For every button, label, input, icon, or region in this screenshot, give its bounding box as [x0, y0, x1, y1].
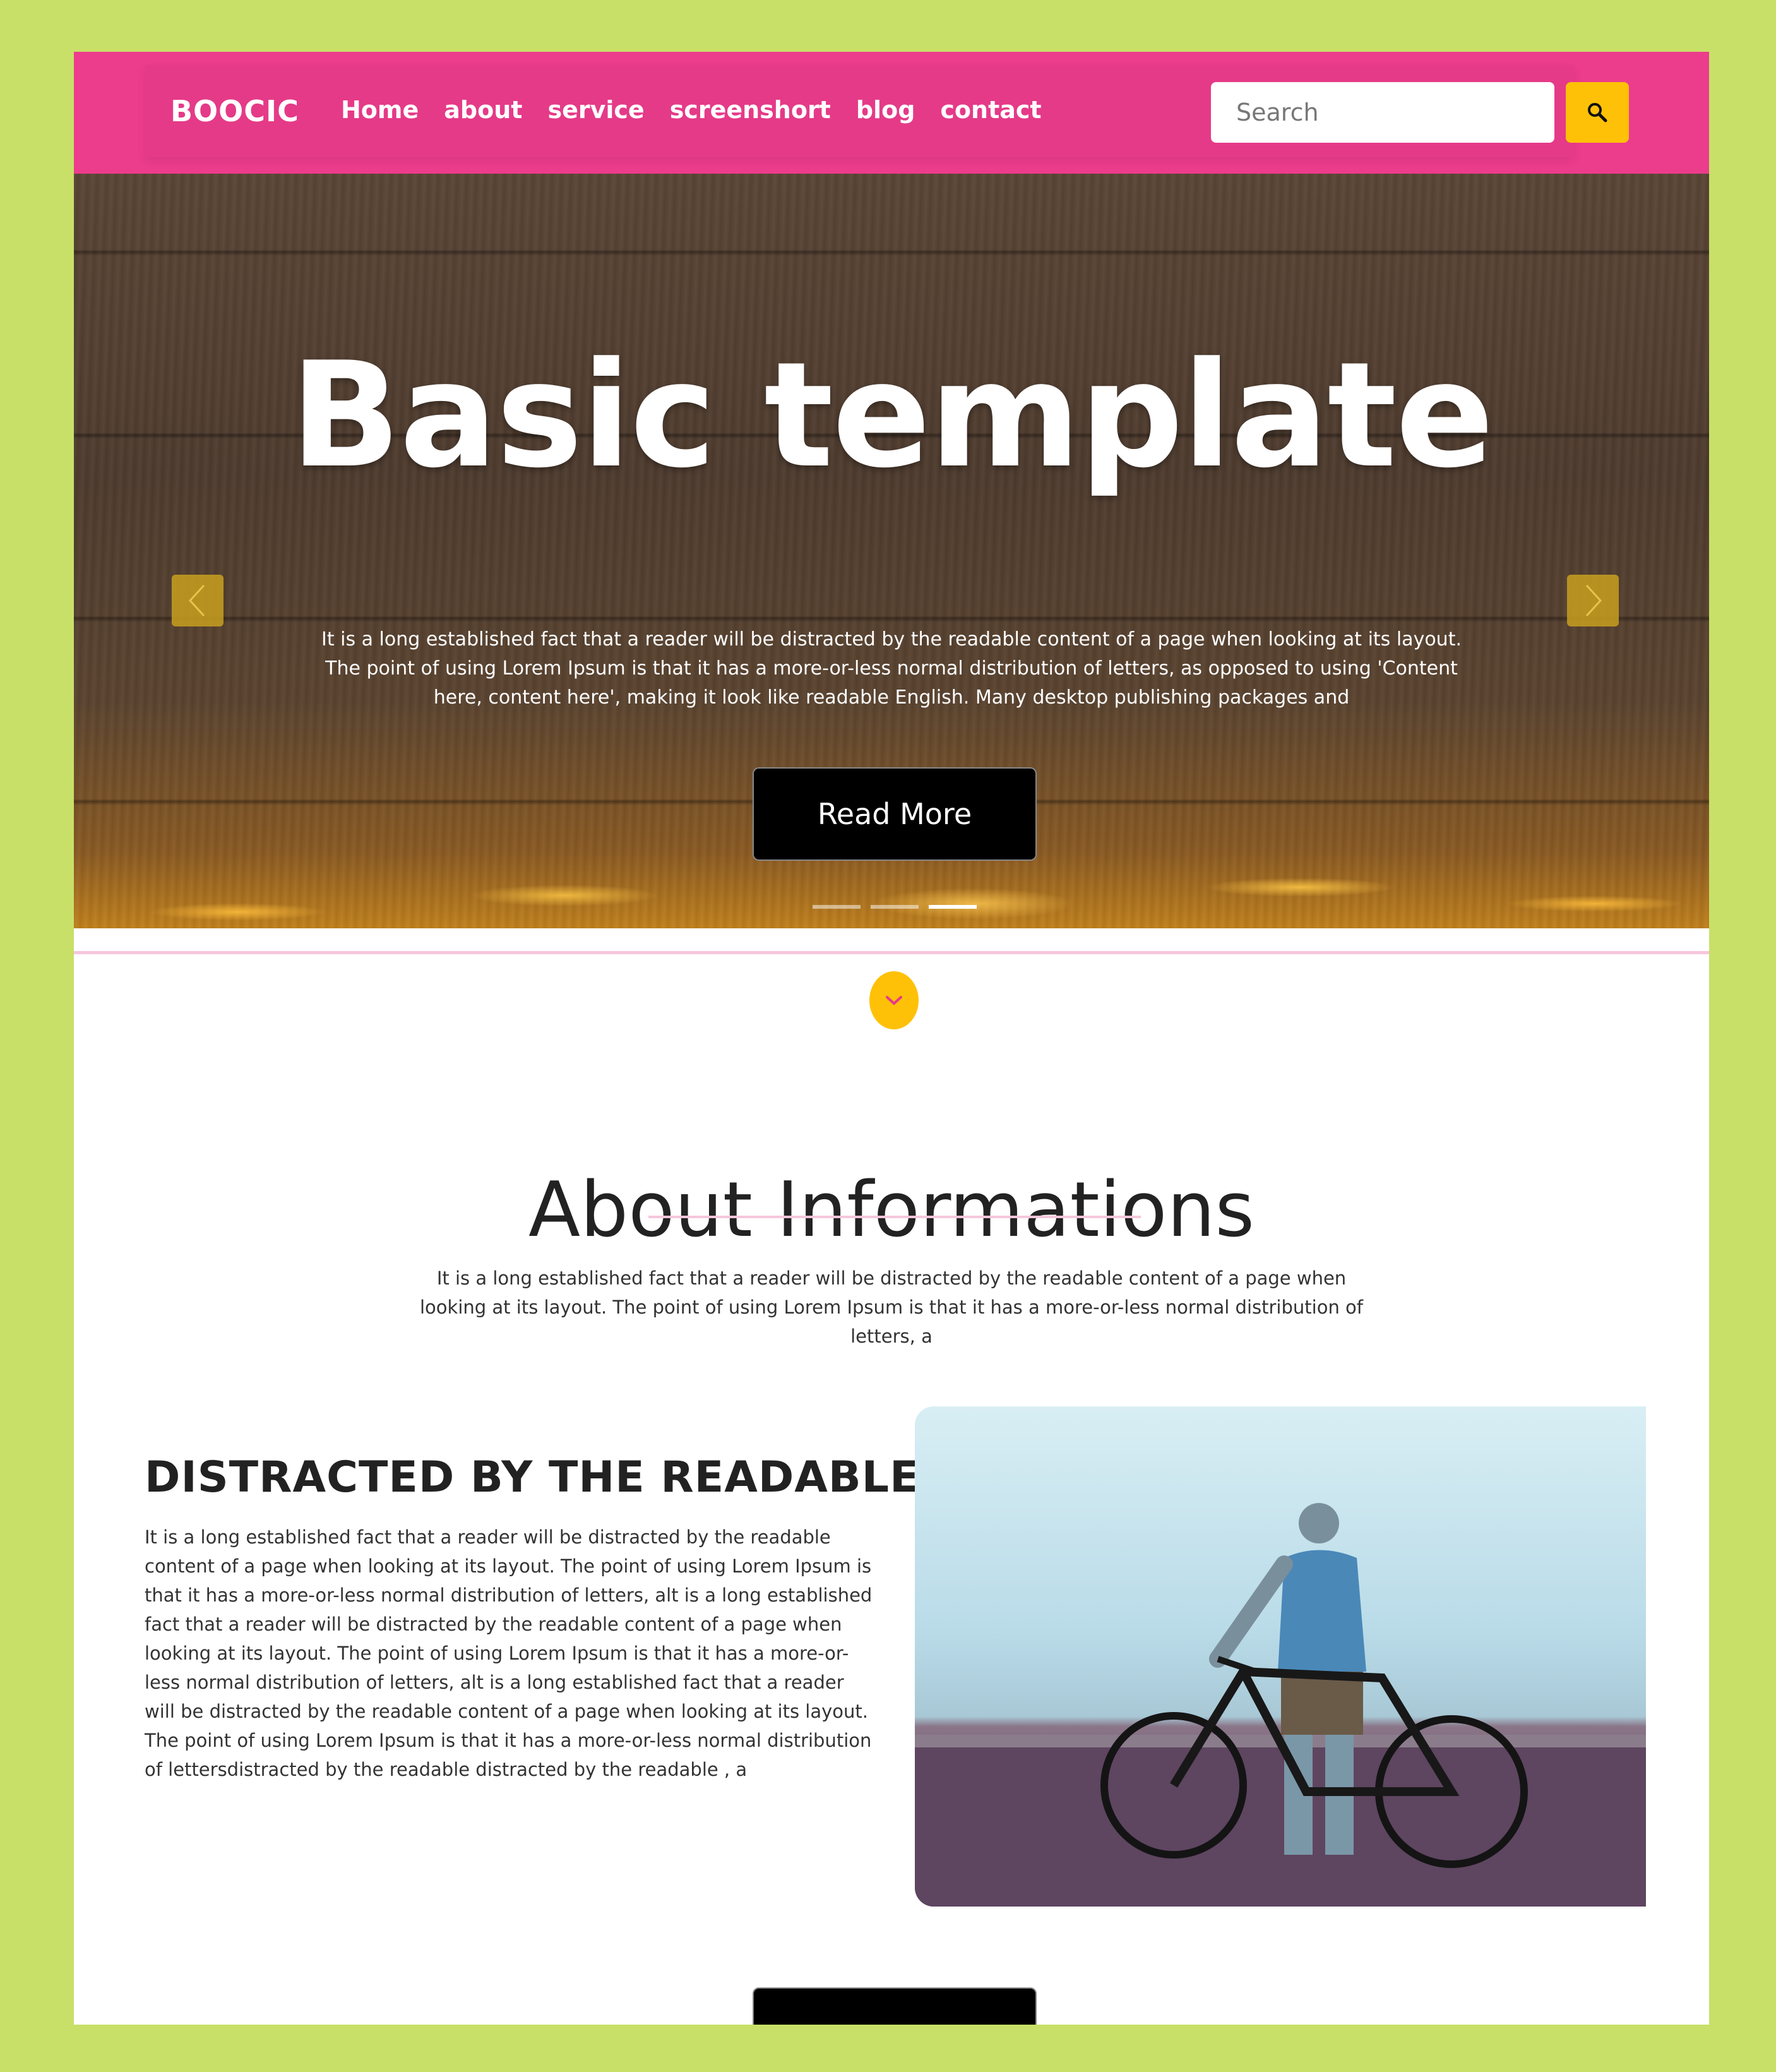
- feature-heading: DISTRACTED BY THE READABLE: [145, 1452, 920, 1502]
- carousel-prev-button[interactable]: [172, 575, 223, 626]
- chevron-left-icon: [188, 584, 205, 617]
- header: BOOCIC Home about service screenshort bl…: [74, 52, 1709, 174]
- page: BOOCIC Home about service screenshort bl…: [74, 52, 1709, 2025]
- nav-screenshort[interactable]: screenshort: [670, 96, 831, 124]
- brand-logo[interactable]: BOOCIC: [170, 94, 299, 128]
- hero-title: Basic template: [290, 332, 1494, 500]
- main-nav: Home about service screenshort blog cont…: [341, 96, 1042, 124]
- about-text: It is a long established fact that a rea…: [420, 1267, 1363, 1347]
- read-more-button[interactable]: Read More: [753, 767, 1037, 861]
- carousel-indicator-1[interactable]: [813, 905, 861, 909]
- carousel-next-button[interactable]: [1567, 575, 1619, 626]
- nav-service[interactable]: service: [547, 96, 644, 124]
- bottom-read-more-button[interactable]: [753, 1987, 1037, 2025]
- search-input[interactable]: [1211, 82, 1554, 143]
- nav-about[interactable]: about: [444, 96, 522, 124]
- nav-blog[interactable]: blog: [856, 96, 915, 124]
- nav-home[interactable]: Home: [341, 96, 419, 124]
- nav-contact[interactable]: contact: [940, 96, 1041, 124]
- section-divider: [74, 951, 1709, 954]
- cyclist-photo: [915, 1406, 1646, 1907]
- hero-text: It is a long established fact that a rea…: [321, 628, 1462, 709]
- scroll-down-button[interactable]: [869, 971, 919, 1029]
- cyclist-illustration: [915, 1503, 1646, 1907]
- carousel-indicator-2[interactable]: [871, 905, 919, 909]
- about-title-underline: [648, 1216, 1141, 1218]
- search-button[interactable]: [1566, 82, 1629, 143]
- carousel-indicators: [813, 905, 977, 909]
- carousel-indicator-3[interactable]: [929, 905, 977, 909]
- search-icon: [1588, 103, 1607, 123]
- hero-carousel: Basic template It is a long established …: [74, 174, 1709, 928]
- navbar: BOOCIC Home about service screenshort bl…: [145, 66, 1629, 157]
- chevron-right-icon: [1585, 584, 1602, 617]
- chevron-down-icon: [886, 996, 902, 1005]
- about-title: About Informations: [528, 1166, 1255, 1254]
- feature-text: It is a long established fact that a rea…: [145, 1526, 873, 1780]
